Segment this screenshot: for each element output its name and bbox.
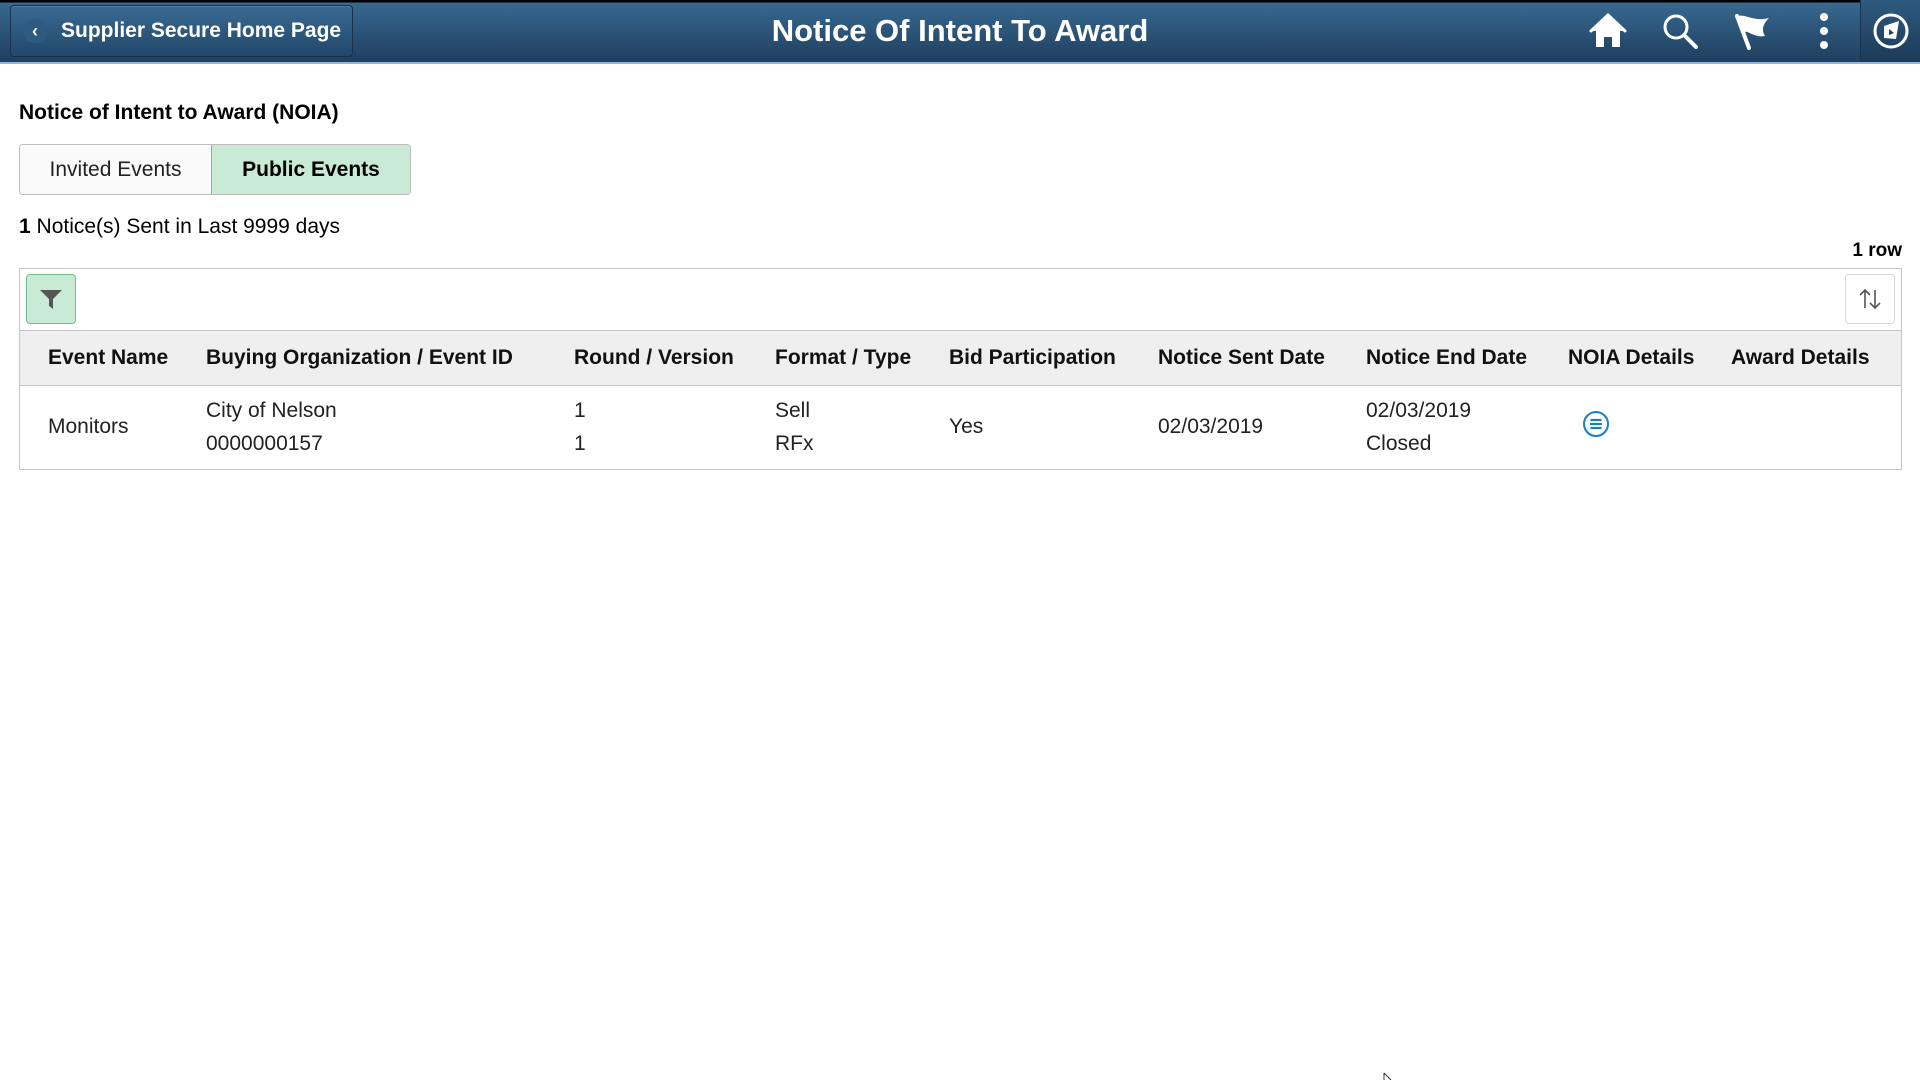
column-header-format-type[interactable]: Format / Type [775, 331, 949, 385]
cell-format-type: Sell RFx [775, 385, 949, 469]
sort-button[interactable] [1845, 274, 1895, 324]
type-value: RFx [775, 432, 814, 456]
mouse-cursor-icon [1383, 1072, 1392, 1080]
flag-button[interactable] [1716, 0, 1788, 62]
notice-summary: 1 Notice(s) Sent in Last 9999 days [19, 215, 340, 239]
home-icon [1589, 13, 1627, 47]
navbar-button[interactable] [1860, 0, 1920, 62]
grid-toolbar [20, 269, 1901, 331]
noia-grid: Event Name Buying Organization / Event I… [19, 268, 1902, 470]
round-value: 1 [574, 399, 586, 423]
column-header-round-version[interactable]: Round / Version [574, 331, 775, 385]
version-value: 1 [574, 432, 586, 456]
cell-award-details [1731, 385, 1901, 469]
column-header-notice-sent-date[interactable]: Notice Sent Date [1158, 331, 1366, 385]
app-header: ‹ Supplier Secure Home Page Notice Of In… [0, 0, 1920, 64]
cell-round-version: 1 1 [574, 385, 775, 469]
row-count: 1 row [1852, 240, 1902, 261]
cell-notice-end-date: 02/03/2019 Closed [1366, 385, 1568, 469]
section-title: Notice of Intent to Award (NOIA) [19, 101, 339, 124]
column-header-bid-participation[interactable]: Bid Participation [949, 331, 1158, 385]
notice-status: Closed [1366, 432, 1432, 456]
filter-icon [40, 290, 62, 309]
cell-noia-details [1568, 385, 1731, 469]
noia-table: Event Name Buying Organization / Event I… [20, 331, 1901, 469]
column-header-notice-end-date[interactable]: Notice End Date [1366, 331, 1568, 385]
home-button[interactable] [1572, 0, 1644, 62]
buying-org-name: City of Nelson [206, 399, 337, 423]
event-type-toggle: Invited Events Public Events [19, 144, 411, 195]
column-header-award-details: Award Details [1731, 345, 1870, 369]
more-actions-icon [1820, 13, 1828, 49]
navbar-compass-icon [1873, 13, 1908, 49]
column-header-buying-org[interactable]: Buying Organization / Event ID [206, 331, 574, 385]
notice-end-date-value: 02/03/2019 [1366, 399, 1472, 423]
column-header-event-name[interactable]: Event Name [20, 331, 206, 385]
tab-public-events[interactable]: Public Events [211, 145, 410, 194]
table-header-row: Event Name Buying Organization / Event I… [20, 331, 1901, 385]
event-id: 0000000157 [206, 432, 323, 456]
details-list-icon [1583, 411, 1609, 438]
cell-bid-participation: Yes [949, 415, 984, 439]
column-header-noia-details: NOIA Details [1568, 345, 1695, 369]
table-row[interactable]: Monitors City of Nelson 0000000157 1 1 S… [20, 385, 1901, 469]
more-actions-button[interactable] [1788, 0, 1860, 62]
format-value: Sell [775, 399, 811, 423]
search-icon [1663, 14, 1698, 49]
cell-buying-org: City of Nelson 0000000157 [206, 385, 574, 469]
search-button[interactable] [1644, 0, 1716, 62]
tab-invited-events[interactable]: Invited Events [20, 145, 211, 194]
notice-count: 1 [19, 215, 31, 238]
header-actions [1572, 0, 1920, 62]
cell-notice-sent-date: 02/03/2019 [1158, 415, 1264, 439]
notice-summary-text: Notice(s) Sent in Last 9999 days [30, 215, 341, 238]
sort-icon [1859, 288, 1881, 310]
cell-event-name: Monitors [48, 415, 129, 439]
noia-details-button[interactable] [1582, 410, 1610, 438]
filter-button[interactable] [26, 274, 76, 324]
flag-icon [1735, 14, 1769, 50]
